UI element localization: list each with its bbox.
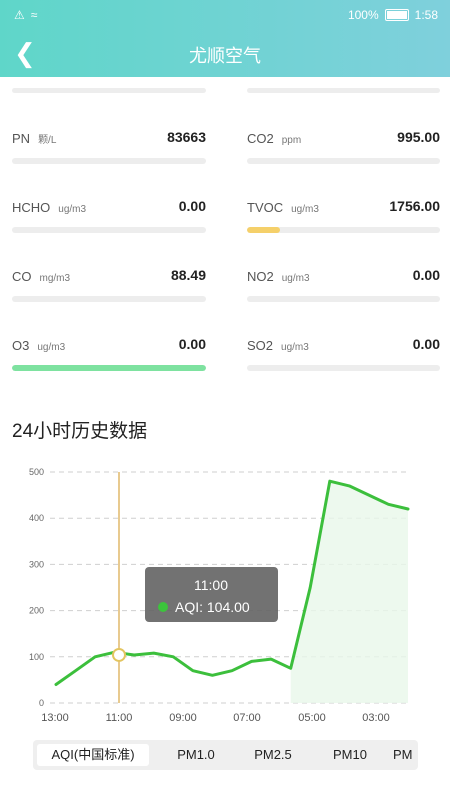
metric-label: SO2 ug/m3	[247, 338, 309, 353]
metric-level-fill	[12, 365, 206, 371]
metric-label: NO2 ug/m3	[247, 269, 310, 284]
title-bar: ❮ 尤顺空气	[0, 36, 450, 72]
metric-level-bar	[12, 227, 206, 233]
metric-label: O3 ug/m3	[12, 338, 65, 353]
metric-co: CO mg/m3 88.49	[12, 267, 206, 329]
alert-icon: ⚠	[14, 8, 25, 22]
metric-label: CO2 ppm	[247, 131, 301, 146]
y-tick-label: 300	[29, 559, 44, 569]
x-tick-label: 11:00	[106, 712, 133, 724]
metric-o3: O3 ug/m3 0.00	[12, 336, 206, 398]
y-tick-label: 200	[29, 606, 44, 616]
tab-pm[interactable]: PM	[393, 744, 418, 766]
wifi-icon: ≈	[30, 8, 38, 22]
tab-pm10[interactable]: PM10	[315, 744, 385, 766]
metric-value: 83663	[167, 129, 206, 145]
y-tick-label: 100	[29, 652, 44, 662]
metric-so2: SO2 ug/m3 0.00	[247, 336, 440, 398]
metric-unit: ppm	[281, 135, 302, 146]
clock: 1:58	[414, 8, 438, 22]
x-tick-label: 07:00	[233, 712, 261, 724]
status-right: 100% 1:58	[348, 8, 438, 22]
metric-no2: NO2 ug/m3 0.00	[247, 267, 440, 329]
metric-level-bar	[247, 365, 440, 371]
metric-level-bar	[247, 227, 440, 233]
y-tick-label: 0	[39, 698, 44, 708]
metric-unit: ug/m3	[291, 204, 319, 215]
pollutant-tabs: AQI(中国标准) PM1.0 PM2.5 PM10 PM	[33, 740, 418, 770]
status-left: ⚠ ≈	[14, 8, 37, 22]
metric-co2: CO2 ppm 995.00	[247, 129, 440, 191]
metric-level-bar	[12, 296, 206, 302]
metric-level-fill	[247, 227, 280, 233]
tooltip-time: 11:00	[194, 577, 228, 593]
history-title: 24小时历史数据	[12, 421, 148, 442]
x-tick-label: 09:00	[169, 712, 197, 724]
metric-tvoc: TVOC ug/m3 1756.00	[247, 198, 440, 260]
metric-unit: ug/m3	[37, 342, 66, 353]
metric-value: 88.49	[170, 267, 206, 283]
metric-level-bar	[12, 365, 206, 371]
prev-metric-bar-left	[12, 88, 206, 93]
metric-name: CO2	[247, 131, 274, 146]
status-bar: ⚠ ≈ 100% 1:58	[0, 0, 450, 30]
metric-label: CO mg/m3	[12, 269, 70, 284]
metric-pn: PN 颗/L 83663	[12, 129, 206, 191]
metric-unit: ug/m3	[58, 204, 87, 215]
battery-percent: 100%	[347, 8, 379, 22]
metric-name: NO2	[247, 269, 274, 284]
metric-value: 995.00	[397, 129, 440, 145]
metric-level-bar	[12, 158, 206, 164]
metric-label: HCHO ug/m3	[12, 200, 86, 215]
metric-value: 0.00	[178, 198, 206, 214]
tab-aqi-[interactable]: AQI(中国标准)	[37, 744, 149, 766]
y-tick-label: 400	[29, 513, 44, 523]
x-tick-label: 13:00	[41, 712, 69, 724]
metric-value: 0.00	[412, 267, 440, 283]
metric-name: SO2	[247, 338, 274, 353]
metric-unit: mg/m3	[39, 273, 71, 284]
tooltip-value: AQI: 104.00	[175, 599, 250, 615]
metric-level-bar	[247, 296, 440, 302]
metric-label: PN 颗/L	[12, 131, 56, 146]
tab-pm2-5[interactable]: PM2.5	[238, 744, 308, 766]
y-tick-label: 500	[29, 467, 44, 477]
x-tick-label: 03:00	[362, 712, 390, 724]
metric-value: 0.00	[178, 336, 206, 352]
metric-name: O3	[12, 338, 30, 353]
metric-unit: ug/m3	[281, 342, 309, 353]
metric-unit: ug/m3	[281, 273, 310, 284]
metric-label: TVOC ug/m3	[247, 200, 319, 215]
tooltip-legend-dot	[158, 602, 168, 612]
app-header: ⚠ ≈ 100% 1:58 ❮ 尤顺空气	[0, 0, 450, 77]
highlight-point	[112, 647, 126, 662]
x-tick-label: 05:00	[298, 712, 326, 724]
metric-name: CO	[12, 269, 32, 284]
history-chart[interactable]: 0 100 200 300 400 500 13:00 11:00 09:00 07:00 05:0…	[0, 462, 450, 732]
metric-name: HCHO	[12, 200, 51, 215]
metric-name: TVOC	[247, 200, 284, 215]
metric-level-bar	[247, 158, 440, 164]
battery-icon	[384, 9, 409, 21]
tab-pm1-0[interactable]: PM1.0	[161, 744, 231, 766]
metric-value: 1756.00	[389, 198, 440, 214]
metric-hcho: HCHO ug/m3 0.00	[12, 198, 206, 260]
page-title: 尤顺空气	[189, 46, 261, 66]
prev-metric-bar-right	[247, 88, 440, 93]
metric-value: 0.00	[412, 336, 440, 352]
metric-unit: 颗/L	[38, 135, 57, 146]
metric-name: PN	[12, 131, 31, 146]
